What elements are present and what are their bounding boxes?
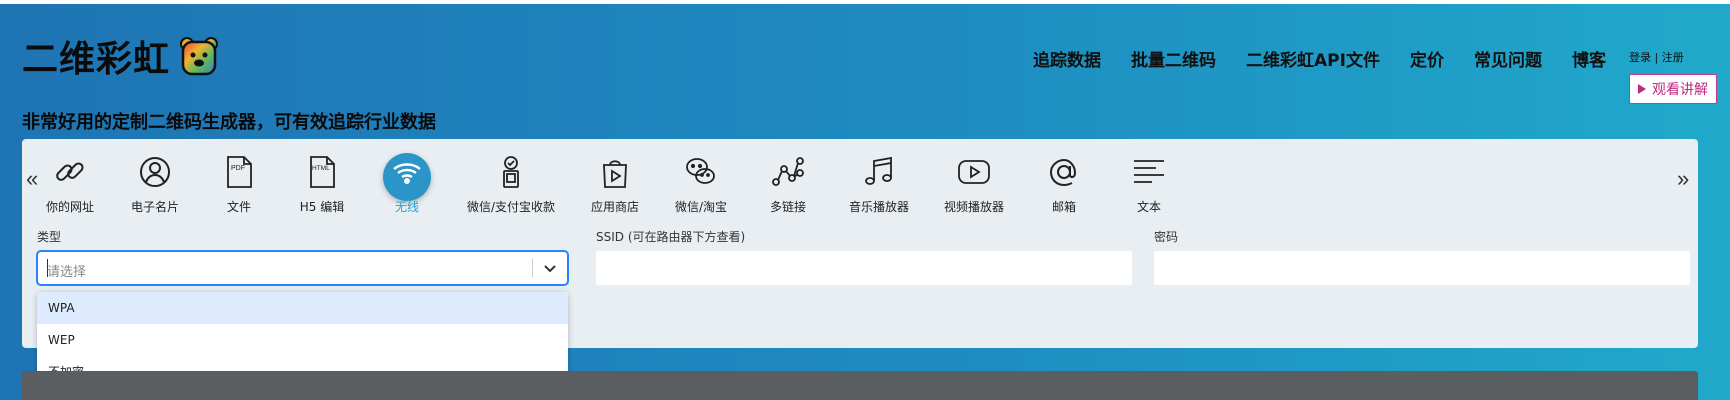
pdf-file-icon: PDF [227, 156, 252, 188]
ssid-field-label: SSID (可在路由器下方查看) [596, 230, 746, 244]
preview-section-edge [22, 371, 1698, 400]
type-label: 音乐播放器 [848, 200, 909, 214]
tagline: 非常好用的定制二维码生成器，可有效追踪行业数据 [22, 112, 436, 133]
nav-api-docs[interactable]: 二维彩虹API文件 [1246, 46, 1380, 71]
svg-text:PDF: PDF [231, 165, 245, 172]
top-nav: 追踪数据 批量二维码 二维彩虹API文件 定价 常见问题 博客 [1033, 46, 1606, 71]
password-input[interactable] [1154, 251, 1690, 285]
svg-text:HTML: HTML [312, 165, 330, 172]
option-wpa[interactable]: WPA [37, 292, 568, 324]
nav-pricing[interactable]: 定价 [1410, 46, 1444, 71]
type-payment[interactable]: 微信/支付宝收款 [456, 154, 566, 215]
chevron-down-icon[interactable] [542, 260, 558, 276]
scroll-right-icon[interactable]: » [1677, 166, 1689, 192]
music-icon [865, 156, 892, 185]
email-icon [1049, 158, 1077, 187]
type-text[interactable]: 文本 [1094, 154, 1204, 215]
type-wifi[interactable]: 无线 [352, 154, 462, 215]
play-icon [1638, 84, 1646, 94]
ssid-input[interactable] [596, 251, 1132, 285]
nav-blog[interactable]: 博客 [1572, 46, 1606, 71]
password-field-label: 密码 [1154, 230, 1179, 244]
rainbow-bear-icon [180, 37, 219, 76]
person-icon [140, 157, 170, 187]
app-store-icon [603, 160, 627, 188]
multi-link-icon [772, 157, 804, 186]
link-icon [56, 162, 84, 181]
nav-batch-qr[interactable]: 批量二维码 [1131, 46, 1216, 71]
nav-faq[interactable]: 常见问题 [1474, 46, 1542, 71]
watch-label: 观看讲解 [1652, 82, 1708, 98]
wifi-type-select[interactable]: 请选择 [37, 251, 568, 285]
brand-logo[interactable]: 二维彩虹 [22, 32, 220, 80]
type-label: 微信/支付宝收款 [466, 200, 556, 214]
video-icon [958, 160, 990, 184]
type-field-label: 类型 [37, 230, 62, 244]
text-icon [1134, 160, 1164, 183]
select-separator [532, 259, 533, 277]
payment-icon [503, 156, 519, 188]
option-wep[interactable]: WEP [37, 324, 568, 356]
wechat-icon [686, 158, 715, 184]
html-file-icon: HTML [310, 156, 335, 188]
type-music[interactable]: 音乐播放器 [824, 154, 934, 215]
type-label: 文本 [1136, 200, 1161, 214]
login-register-link[interactable]: 登录 | 注册 [1629, 49, 1684, 65]
select-placeholder: 请选择 [47, 265, 87, 280]
wifi-icon [393, 163, 421, 185]
type-label: 无线 [394, 200, 419, 214]
brand-name: 二维彩虹 [22, 39, 171, 80]
watch-tutorial-button[interactable]: 观看讲解 [1629, 74, 1717, 104]
nav-tracking[interactable]: 追踪数据 [1033, 46, 1101, 71]
